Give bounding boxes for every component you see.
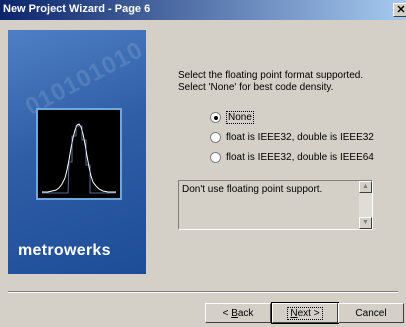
window-title: New Project Wizard - Page 6 [3, 3, 151, 15]
description-scrollbar[interactable]: ▲ ▼ [359, 181, 372, 229]
cancel-button[interactable]: Cancel [338, 303, 404, 323]
back-button-label: < Back [222, 307, 254, 319]
scroll-down-icon: ▼ [362, 219, 369, 226]
scroll-up-icon: ▲ [362, 183, 369, 190]
radio-button-selected-icon[interactable] [210, 111, 221, 123]
distribution-graph-image [36, 108, 122, 200]
next-button-label: Next > [287, 306, 323, 320]
radio-option-ieee32-ieee32[interactable]: float is IEEE32, double is IEEE32 [210, 130, 374, 144]
scroll-down-button[interactable]: ▼ [359, 217, 372, 229]
radio-button-icon[interactable] [210, 131, 221, 143]
radio-button-icon[interactable] [210, 151, 221, 163]
scroll-up-button[interactable]: ▲ [359, 181, 372, 193]
instructions: Select the floating point format support… [178, 70, 398, 94]
radio-label-ieee32-ieee64: float is IEEE32, double is IEEE64 [226, 151, 374, 163]
radio-option-ieee32-ieee64[interactable]: float is IEEE32, double is IEEE64 [210, 150, 374, 164]
footer-divider [8, 291, 398, 293]
title-bar[interactable]: New Project Wizard - Page 6 ✕ [0, 0, 406, 20]
description-text: Don't use floating point support. [182, 184, 323, 195]
instruction-line-1: Select the floating point format support… [178, 70, 364, 81]
instruction-line-2: Select 'None' for best code density. [178, 82, 334, 93]
back-button[interactable]: < Back [205, 303, 271, 323]
close-button[interactable]: ✕ [393, 3, 406, 17]
cancel-button-label: Cancel [355, 307, 387, 319]
wizard-banner: 010101010 metrowerks [8, 30, 146, 274]
close-icon: ✕ [396, 4, 406, 16]
next-button[interactable]: Next > [271, 302, 339, 324]
metrowerks-logo: metrowerks [18, 242, 111, 259]
radio-label-ieee32-ieee32: float is IEEE32, double is IEEE32 [226, 131, 374, 143]
description-textbox[interactable]: Don't use floating point support. ▲ ▼ [178, 180, 373, 230]
wizard-window: New Project Wizard - Page 6 ✕ 010101010 … [0, 0, 406, 327]
radio-option-none[interactable]: None [210, 110, 254, 124]
radio-label-none: None [226, 110, 254, 124]
